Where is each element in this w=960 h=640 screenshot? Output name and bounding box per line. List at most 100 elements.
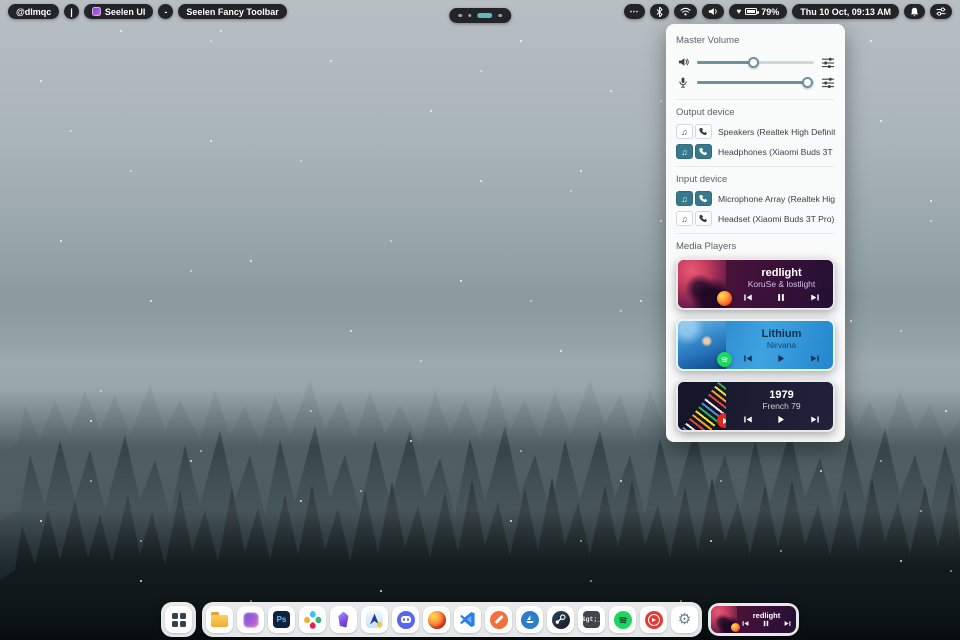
- workspace-dot-2[interactable]: [468, 14, 472, 18]
- slider-thumb[interactable]: [748, 57, 759, 68]
- dock-item-paper-plane-app[interactable]: [361, 606, 388, 633]
- track-artist: KoruSe & lostlight: [748, 279, 816, 289]
- wifi-button[interactable]: [674, 4, 697, 19]
- playback-controls: [743, 415, 820, 424]
- music-note-icon: ♫: [681, 214, 687, 224]
- comms-default-button[interactable]: [695, 211, 712, 226]
- clock-module[interactable]: Thu 10 Oct, 09:13 AM: [792, 4, 899, 19]
- previous-button[interactable]: [743, 293, 753, 302]
- mini-track-title: redlight: [753, 612, 781, 620]
- dock-item-settings[interactable]: ⚙: [671, 606, 698, 633]
- media-default-button[interactable]: ♫: [676, 191, 693, 206]
- youtube-music-source-icon: [717, 413, 726, 428]
- dock-item-vscode[interactable]: [454, 606, 481, 633]
- next-button[interactable]: [810, 354, 820, 363]
- mini-playback-controls: [742, 620, 792, 627]
- vscode-icon: [459, 611, 476, 628]
- seelen-logo-icon: [92, 7, 101, 16]
- workspace-dot-4[interactable]: [498, 14, 502, 18]
- bluetooth-button[interactable]: [650, 4, 669, 19]
- quick-settings-button[interactable]: [930, 4, 952, 19]
- comms-default-button[interactable]: [695, 191, 712, 206]
- mic-volume-slider[interactable]: [697, 76, 814, 88]
- phone-icon: [699, 127, 708, 136]
- pause-button[interactable]: [777, 293, 785, 302]
- media-card-1979[interactable]: 1979 French 79: [676, 380, 835, 432]
- notifications-button[interactable]: [904, 4, 925, 19]
- orange-slash-icon: [490, 611, 508, 629]
- dock-item-terminal[interactable]: &gt;_: [578, 606, 605, 633]
- dock-item-photoshop[interactable]: Ps: [268, 606, 295, 633]
- output-device-headphones[interactable]: ♫ Headphones (Xiaomi Buds 3T Pro): [676, 144, 835, 159]
- phone-icon: [699, 147, 708, 156]
- track-artist: Nirvana: [767, 340, 796, 350]
- overflow-menu-button[interactable]: ⋯: [624, 4, 645, 19]
- toggles-icon: [936, 7, 946, 16]
- speaker-volume-slider[interactable]: [697, 56, 814, 68]
- pause-button[interactable]: [763, 620, 769, 627]
- media-default-button[interactable]: ♫: [676, 144, 693, 159]
- previous-button[interactable]: [743, 354, 753, 363]
- next-button[interactable]: [784, 620, 791, 627]
- toolbar-title-badge[interactable]: Seelen Fancy Toolbar: [178, 4, 286, 19]
- comms-default-button[interactable]: [695, 124, 712, 139]
- mic-mixer-button[interactable]: [821, 77, 835, 88]
- dock-item-steam[interactable]: [547, 606, 574, 633]
- volume-button[interactable]: [702, 4, 724, 19]
- dock-start-group: [161, 602, 196, 637]
- media-card-redlight[interactable]: redlight KoruSe & lostlight: [676, 258, 835, 310]
- next-button[interactable]: [810, 415, 820, 424]
- workspace-active-indicator[interactable]: [477, 13, 492, 18]
- battery-module[interactable]: ♥ 79%: [729, 4, 788, 19]
- seelen-ui-badge[interactable]: Seelen UI: [84, 4, 154, 19]
- dock-item-orange-app[interactable]: [485, 606, 512, 633]
- dock-item-discord[interactable]: [392, 606, 419, 633]
- dock-item-spotify[interactable]: [609, 606, 636, 633]
- dock-apps-group: Ps &gt;_: [202, 602, 702, 637]
- mini-media-body: redlight: [737, 606, 796, 633]
- spotify-source-icon: [717, 352, 732, 367]
- user-badge[interactable]: @dlmqc: [8, 4, 59, 19]
- media-default-button[interactable]: ♫: [676, 211, 693, 226]
- music-note-icon: ♫: [681, 194, 687, 204]
- dock-item-seelen-ui[interactable]: [237, 606, 264, 633]
- volume-flyout-panel: Master Volume Output device: [666, 24, 845, 442]
- dock-item-obsidian[interactable]: [330, 606, 357, 633]
- media-players-title: Media Players: [676, 241, 835, 252]
- media-card-lithium[interactable]: Lithium Nirvana: [676, 319, 835, 371]
- start-button[interactable]: [165, 606, 192, 633]
- play-button[interactable]: [777, 354, 785, 363]
- dock-item-youtube-music[interactable]: [640, 606, 667, 633]
- dock-media-player[interactable]: redlight: [711, 606, 796, 633]
- input-device-mic-array[interactable]: ♫ Microphone Array (Realtek High Def...: [676, 191, 835, 206]
- ellipsis-icon: ⋯: [630, 6, 639, 17]
- slider-thumb[interactable]: [802, 77, 813, 88]
- dock-item-slack[interactable]: [299, 606, 326, 633]
- comms-default-button[interactable]: [695, 144, 712, 159]
- media-default-button[interactable]: ♫: [676, 124, 693, 139]
- wifi-icon: [680, 7, 691, 16]
- output-device-speakers[interactable]: ♫ Speakers (Realtek High Definition A...: [676, 124, 835, 139]
- workspace-dot-1[interactable]: [458, 14, 462, 18]
- terminal-icon: &gt;_: [583, 611, 600, 628]
- start-menu-icon: [172, 613, 186, 627]
- dock-media-group: redlight: [708, 603, 799, 636]
- snow-particles-small: [70, 130, 72, 132]
- mic-volume-row: [676, 72, 835, 92]
- dock-item-firefox[interactable]: [423, 606, 450, 633]
- boat-icon: [521, 611, 539, 629]
- play-button[interactable]: [777, 415, 785, 424]
- firefox-icon: [428, 611, 446, 629]
- workspace-switcher[interactable]: [449, 8, 511, 23]
- music-note-icon: ♫: [681, 147, 687, 157]
- speaker-mixer-button[interactable]: [821, 57, 835, 68]
- input-device-headset[interactable]: ♫ Headset (Xiaomi Buds 3T Pro): [676, 211, 835, 226]
- media-card-body: 1979 French 79: [726, 382, 833, 430]
- dock-item-boat-app[interactable]: [516, 606, 543, 633]
- previous-button[interactable]: [742, 620, 749, 627]
- previous-button[interactable]: [743, 415, 753, 424]
- music-note-icon: ♫: [681, 127, 687, 137]
- next-button[interactable]: [810, 293, 820, 302]
- dock-item-file-explorer[interactable]: [206, 606, 233, 633]
- discord-icon: [397, 611, 415, 629]
